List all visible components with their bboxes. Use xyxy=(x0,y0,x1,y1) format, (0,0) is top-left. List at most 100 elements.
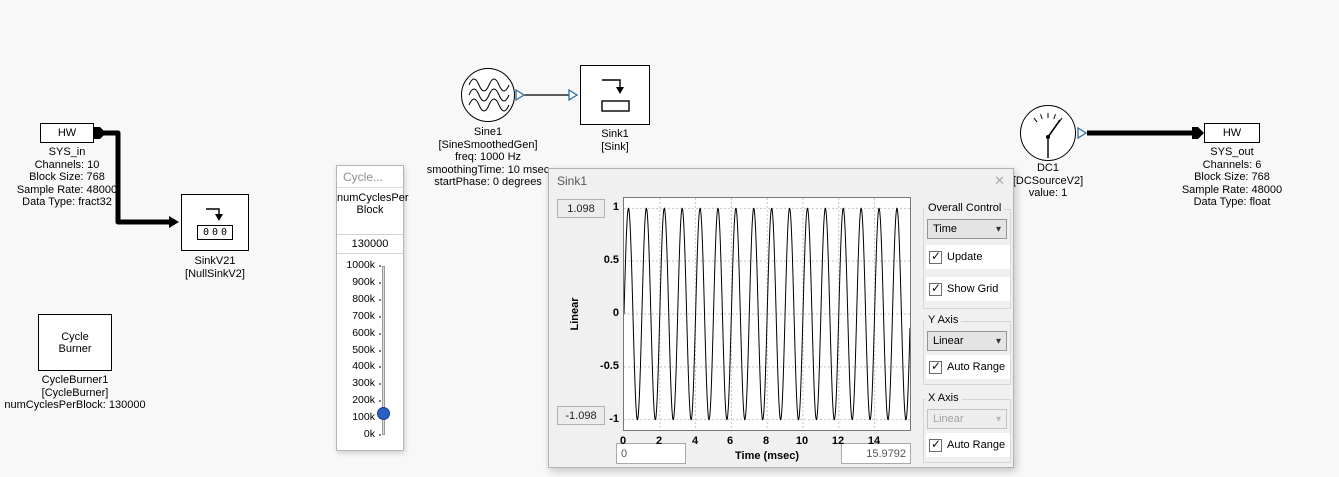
slider-tick: 200k xyxy=(337,394,405,408)
slider-handle[interactable] xyxy=(377,407,390,420)
param-name-line1: numCyclesPer xyxy=(337,192,403,204)
y-axis-select[interactable]: Linear ▾ xyxy=(927,331,1007,351)
digit-display: 000 xyxy=(197,225,233,240)
block-prop: smoothingTime: 10 msec xyxy=(418,164,558,177)
x-tick-label: 2 xyxy=(645,435,673,447)
slider-tick-label: 100k xyxy=(337,411,375,423)
checkbox-label: Show Grid xyxy=(947,283,998,295)
block-prop: Sample Rate: 48000 xyxy=(7,184,127,197)
slider-tick: 300k xyxy=(337,377,405,391)
wire-sine1-to-sink1[interactable] xyxy=(516,90,577,100)
slider-tick-label: 900k xyxy=(337,276,375,288)
slider-tick-label: 700k xyxy=(337,310,375,322)
checkbox-label: Auto Range xyxy=(947,361,1005,373)
x-tick-label: 0 xyxy=(609,435,637,447)
wire-dc1-to-sysout[interactable] xyxy=(1078,128,1198,138)
sine-wave-icon xyxy=(464,71,512,119)
slider-tick-label: 200k xyxy=(337,394,375,406)
x-auto-range-checkbox[interactable]: ✓ Auto Range xyxy=(926,433,1010,457)
tick-dot-icon xyxy=(379,400,381,402)
param-name: numCyclesPer Block xyxy=(337,192,403,216)
block-cycleburner[interactable]: Cycle Burner xyxy=(38,314,112,371)
block-type: [CycleBurner] xyxy=(0,387,150,400)
block-sys-out[interactable]: HW xyxy=(1204,123,1260,143)
block-name: SYS_in xyxy=(7,146,127,159)
selected-value: Linear xyxy=(933,413,964,425)
tick-dot-icon xyxy=(379,333,381,335)
block-name: Sink1 xyxy=(555,128,675,141)
checkbox-icon: ✓ xyxy=(929,439,942,452)
block-prop: Sample Rate: 48000 xyxy=(1172,184,1292,197)
x-tick-label: 8 xyxy=(752,435,780,447)
window-titlebar[interactable]: Sink1 ✕ xyxy=(549,169,1013,193)
slider-tick: 800k xyxy=(337,293,405,307)
hw-label: HW xyxy=(58,127,76,139)
block-name: SinkV21 xyxy=(155,255,275,268)
gauge-icon xyxy=(1022,107,1074,159)
slider-tick: 0k xyxy=(337,428,405,442)
show-grid-checkbox[interactable]: ✓ Show Grid xyxy=(926,277,1010,301)
block-prop: Data Type: fract32 xyxy=(7,196,127,209)
sink1-labels: Sink1 [Sink] xyxy=(555,128,675,153)
y-tick-label: 1 xyxy=(587,201,619,213)
update-checkbox[interactable]: ✓ Update xyxy=(926,245,1010,269)
selected-value: Time xyxy=(933,223,957,235)
block-sink1[interactable] xyxy=(580,65,650,125)
param-value[interactable]: 130000 xyxy=(337,234,403,254)
y-tick-label: 0.5 xyxy=(587,254,619,266)
sys-out-port-icon xyxy=(1192,127,1204,139)
slider-tick-label: 400k xyxy=(337,360,375,372)
slider-tick: 100k xyxy=(337,411,405,425)
schematic-canvas: HW SYS_in Channels: 10 Block Size: 768 S… xyxy=(0,0,1339,477)
block-type: [NullSinkV2] xyxy=(155,268,275,281)
block-sinkv21[interactable]: 000 xyxy=(181,194,249,251)
y-tick-label: -1 xyxy=(587,413,619,425)
dc1-output-port-icon xyxy=(1078,128,1086,138)
block-name: SYS_out xyxy=(1172,146,1292,159)
slider-tick: 900k xyxy=(337,276,405,290)
slider-tick-label: 800k xyxy=(337,293,375,305)
block-type: [Sink] xyxy=(555,141,675,154)
overall-control-select[interactable]: Time ▾ xyxy=(927,219,1007,239)
sink1-input-port-icon xyxy=(569,90,577,100)
slider-tick: 400k xyxy=(337,360,405,374)
slider-tick: 700k xyxy=(337,310,405,324)
group-label: Overall Control xyxy=(925,202,1004,214)
slider-tick-label: 600k xyxy=(337,327,375,339)
chevron-down-icon: ▾ xyxy=(996,224,1001,235)
x-tick-label: 12 xyxy=(824,435,852,447)
block-prop: Channels: 6 xyxy=(1172,159,1292,172)
panel-title[interactable]: Cycle... xyxy=(337,166,403,188)
tick-dot-icon xyxy=(379,383,381,385)
block-type: [SineSmoothedGen] xyxy=(418,139,558,152)
slider-tick: 600k xyxy=(337,327,405,341)
sys-in-labels: SYS_in Channels: 10 Block Size: 768 Samp… xyxy=(7,146,127,209)
sine1-output-port-icon xyxy=(516,90,524,100)
block-sine1[interactable] xyxy=(461,68,515,122)
checkbox-icon: ✓ xyxy=(929,361,942,374)
block-prop: freq: 1000 Hz xyxy=(418,151,558,164)
checkbox-label: Auto Range xyxy=(947,439,1005,451)
window-title: Sink1 xyxy=(557,174,587,188)
group-label: X Axis xyxy=(925,392,962,404)
x-tick-label: 6 xyxy=(716,435,744,447)
chevron-down-icon: ▾ xyxy=(996,414,1001,425)
block-prop: startPhase: 0 degrees xyxy=(418,176,558,189)
block-sys-in[interactable]: HW xyxy=(40,123,94,143)
slider-tick: 1000k xyxy=(337,259,405,273)
x-tick-label: 14 xyxy=(860,435,888,447)
tick-dot-icon xyxy=(379,434,381,436)
y-auto-range-checkbox[interactable]: ✓ Auto Range xyxy=(926,355,1010,379)
sink1-scope-window: Sink1 ✕ 1.098 -1.098 Linear Time (msec) … xyxy=(548,168,1014,468)
checkbox-label: Update xyxy=(947,251,982,263)
sink-arrow-icon xyxy=(202,206,228,223)
tick-dot-icon xyxy=(379,316,381,318)
tick-dot-icon xyxy=(379,366,381,368)
tick-dot-icon xyxy=(379,299,381,301)
block-title: Cycle Burner xyxy=(52,331,98,355)
block-dc1[interactable] xyxy=(1020,105,1076,161)
chevron-down-icon: ▾ xyxy=(996,336,1001,347)
tick-dot-icon xyxy=(379,282,381,284)
close-icon[interactable]: ✕ xyxy=(994,173,1005,189)
y-tick-label: 0 xyxy=(587,307,619,319)
